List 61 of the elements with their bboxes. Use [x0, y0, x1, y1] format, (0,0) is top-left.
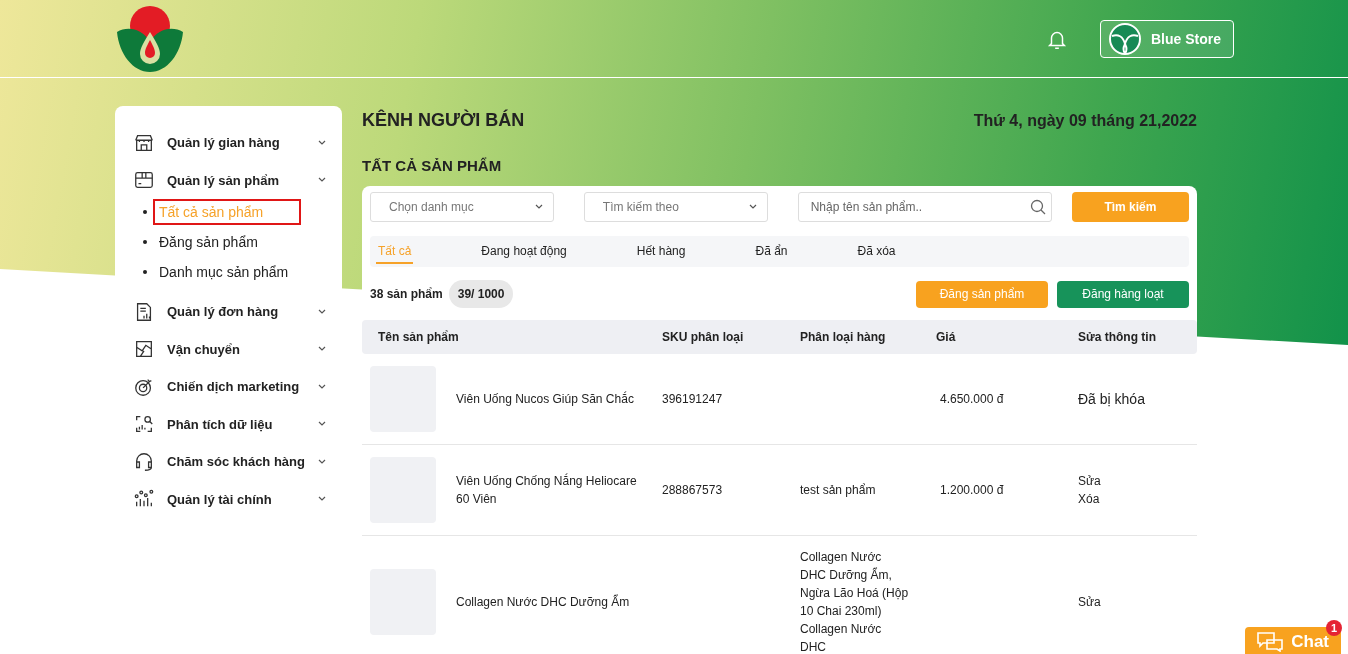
search-field[interactable]: Nhập tên sản phẩm..	[797, 192, 1052, 222]
chevron-down-icon	[318, 139, 326, 146]
chevron-down-icon	[318, 308, 326, 315]
product-name-cell: Viên Uống Nucos Giúp Săn Chắc	[448, 354, 654, 445]
bullet-icon	[143, 240, 147, 244]
bullet-icon	[143, 270, 147, 274]
price-cell: 1.200.000 đ	[928, 444, 1070, 536]
sidebar-menu-item[interactable]: Chăm sóc khách hàng	[115, 443, 342, 481]
chat-bubbles-icon	[1257, 632, 1284, 652]
headset-icon	[133, 450, 155, 473]
chevron-down-icon	[534, 204, 543, 210]
sidebar-menu-item[interactable]: Phân tích dữ liệu	[115, 405, 342, 443]
column-header: Sửa thông tin	[1070, 320, 1197, 354]
action-link[interactable]: Sửa	[1078, 472, 1189, 490]
variation-text: Collagen Nước DHC Dưỡng Ẩm, Ngừa Lão Hoá (Hộp 10 Chai 230ml)	[800, 549, 910, 620]
sidebar-menu-item[interactable]: Vận chuyển	[115, 330, 342, 368]
chevron-down-icon	[318, 421, 326, 428]
product-count: 38 sản phẩm	[370, 287, 443, 301]
action-link[interactable]: Xóa	[1078, 490, 1189, 508]
chevron-down-icon	[318, 496, 326, 503]
column-header: Tên sản phẩm	[362, 320, 654, 354]
sidebar-menu-item[interactable]: Chiến dịch marketing	[115, 368, 342, 406]
sidebar-menu-item[interactable]: Quản lý đơn hàng	[115, 293, 342, 331]
column-header: SKU phân loại	[654, 320, 792, 354]
column-header: Giá	[928, 320, 1070, 354]
chevron-down-icon	[318, 458, 326, 465]
bulk-post-button[interactable]: Đăng hàng loạt	[1057, 280, 1189, 308]
notification-badge: 1	[1326, 620, 1342, 636]
product-name-cell: Collagen Nước DHC Dưỡng Ẩm	[448, 535, 654, 654]
locked-status: Đã bị khóa	[1078, 390, 1145, 407]
variation-text: test sản phẩm	[800, 482, 877, 499]
sku-cell: 396191247	[654, 354, 792, 445]
section-title: TẤT CẢ SẢN PHẨM	[362, 157, 503, 174]
category-select[interactable]: Chọn danh mục	[370, 192, 554, 222]
product-name-cell: Viên Uống Chống Nắng Heliocare 60 Viên	[448, 444, 654, 536]
submenu-item[interactable]: Đăng sản phẩm	[153, 229, 301, 255]
page-title: KÊNH NGƯỜI BÁN	[362, 110, 525, 131]
status-tab[interactable]: Đang hoạt động	[479, 239, 569, 264]
sidebar-menu-item[interactable]: Quản lý gian hàng	[115, 124, 342, 162]
date-text: Thứ 4, ngày 09 tháng 21,2022	[973, 111, 1197, 130]
status-tab[interactable]: Đã ẩn	[753, 239, 790, 264]
quota-pill: 39/ 1000	[448, 280, 514, 308]
search-by-select[interactable]: Tìm kiếm theo	[583, 192, 768, 222]
submenu-item[interactable]: Danh mục sản phẩm	[153, 259, 301, 285]
chevron-down-icon	[318, 383, 326, 390]
chevron-down-icon	[318, 177, 326, 184]
search-icon	[1029, 199, 1046, 215]
action-link[interactable]: Sửa	[1078, 593, 1189, 611]
logo-icon	[115, 3, 185, 74]
store-logo-icon	[1109, 22, 1141, 55]
price-cell: 4.650.000 đ	[928, 354, 1070, 445]
variation-text: Collagen Nước DHC	[800, 621, 883, 654]
column-header: Phân loại hàng	[792, 320, 928, 354]
chevron-down-icon	[318, 346, 326, 353]
chevron-down-icon	[748, 204, 757, 210]
status-tab[interactable]: Hết hàng	[634, 239, 688, 264]
sidebar-menu-item[interactable]: Quản lý tài chính	[115, 480, 342, 518]
status-tab[interactable]: Đã xóa	[855, 239, 898, 264]
bullet-icon	[143, 210, 147, 214]
sidebar-menu-item[interactable]: Quản lý sản phẩm	[115, 161, 342, 199]
sku-cell: 288867573	[654, 444, 792, 536]
